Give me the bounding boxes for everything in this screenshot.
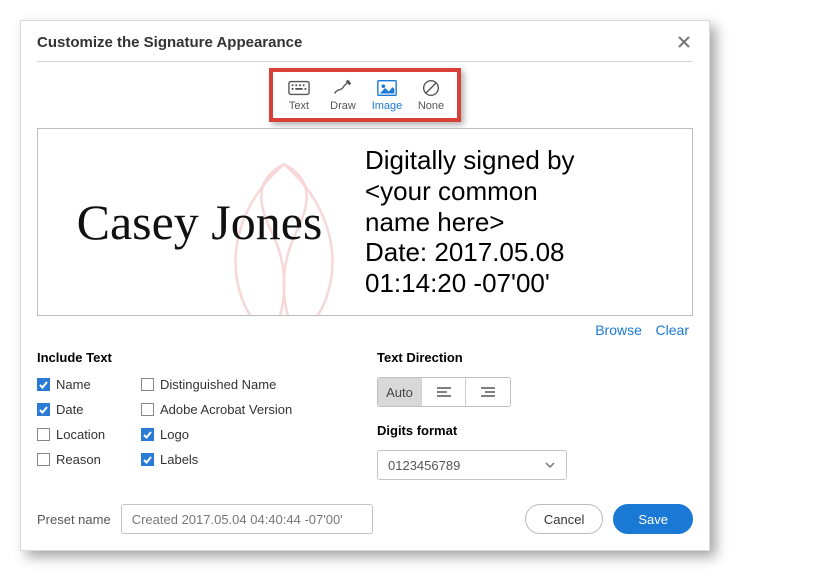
text-direction-rtl[interactable] bbox=[466, 378, 510, 406]
draw-icon bbox=[332, 78, 354, 98]
text-direction-heading: Text Direction bbox=[377, 350, 693, 365]
checkbox-reason[interactable]: Reason bbox=[37, 452, 141, 467]
checkbox-location[interactable]: Location bbox=[37, 427, 141, 442]
checkbox-label: Adobe Acrobat Version bbox=[160, 402, 292, 417]
checkbox-label: Logo bbox=[160, 427, 189, 442]
checkbox-date[interactable]: Date bbox=[37, 402, 141, 417]
cancel-button-label: Cancel bbox=[544, 512, 584, 527]
checkbox-icon bbox=[37, 403, 50, 416]
checkbox-icon bbox=[37, 453, 50, 466]
checkbox-label: Date bbox=[56, 402, 83, 417]
mode-selector-row: Text Draw Image bbox=[37, 68, 693, 122]
mode-draw[interactable]: Draw bbox=[321, 74, 365, 116]
save-button[interactable]: Save bbox=[613, 504, 693, 534]
preview-line: Digitally signed by bbox=[365, 145, 688, 176]
checkbox-labels[interactable]: Labels bbox=[141, 452, 292, 467]
checkbox-label: Labels bbox=[160, 452, 198, 467]
mode-none-label: None bbox=[418, 100, 444, 112]
image-icon bbox=[376, 78, 398, 98]
include-text-section: Include Text Name Date Location bbox=[37, 350, 377, 480]
save-button-label: Save bbox=[638, 512, 668, 527]
signature-appearance-dialog: Customize the Signature Appearance Text … bbox=[20, 20, 710, 551]
preview-links: Browse Clear bbox=[37, 316, 693, 350]
preview-line: <your common bbox=[365, 176, 688, 207]
text-direction-auto-label: Auto bbox=[386, 385, 413, 400]
cancel-button[interactable]: Cancel bbox=[525, 504, 603, 534]
checkbox-label: Location bbox=[56, 427, 105, 442]
preview-line: Date: 2017.05.08 bbox=[365, 237, 688, 268]
checkbox-logo[interactable]: Logo bbox=[141, 427, 292, 442]
mode-text-label: Text bbox=[289, 100, 309, 112]
preview-details-area: Digitally signed by <your common name he… bbox=[361, 129, 692, 315]
mode-image-label: Image bbox=[372, 100, 403, 112]
align-ltr-icon bbox=[435, 385, 453, 399]
text-direction-group: Auto bbox=[377, 377, 511, 407]
checkbox-version[interactable]: Adobe Acrobat Version bbox=[141, 402, 292, 417]
include-text-heading: Include Text bbox=[37, 350, 377, 365]
mode-text[interactable]: Text bbox=[277, 74, 321, 116]
checkbox-icon bbox=[141, 428, 154, 441]
close-button[interactable] bbox=[675, 33, 693, 51]
preset-name-value: Created 2017.05.04 04:40:44 -07'00' bbox=[132, 512, 343, 527]
digits-format-select[interactable]: 0123456789 bbox=[377, 450, 567, 480]
dialog-footer: Preset name Created 2017.05.04 04:40:44 … bbox=[37, 504, 693, 534]
mode-image[interactable]: Image bbox=[365, 74, 409, 116]
checkbox-label: Reason bbox=[56, 452, 101, 467]
close-icon bbox=[675, 33, 693, 51]
clear-link[interactable]: Clear bbox=[656, 322, 689, 338]
signature-preview: Casey Jones Digitally signed by <your co… bbox=[37, 128, 693, 316]
preview-name-area: Casey Jones bbox=[38, 129, 361, 315]
text-direction-section: Text Direction Auto bbox=[377, 350, 693, 480]
dialog-header: Customize the Signature Appearance bbox=[37, 33, 693, 62]
checkbox-icon bbox=[141, 403, 154, 416]
signature-name-text: Casey Jones bbox=[77, 193, 323, 251]
text-direction-auto[interactable]: Auto bbox=[378, 378, 422, 406]
align-rtl-icon bbox=[479, 385, 497, 399]
browse-link[interactable]: Browse bbox=[595, 322, 642, 338]
checkbox-label: Distinguished Name bbox=[160, 377, 276, 392]
preview-line: 01:14:20 -07'00' bbox=[365, 268, 688, 299]
preview-line: name here> bbox=[365, 207, 688, 238]
checkbox-icon bbox=[37, 428, 50, 441]
preset-name-input[interactable]: Created 2017.05.04 04:40:44 -07'00' bbox=[121, 504, 373, 534]
checkbox-icon bbox=[141, 453, 154, 466]
preset-name-label: Preset name bbox=[37, 512, 111, 527]
checkbox-label: Name bbox=[56, 377, 91, 392]
checkbox-distinguished-name[interactable]: Distinguished Name bbox=[141, 377, 292, 392]
mode-selector-highlight: Text Draw Image bbox=[269, 68, 461, 122]
digits-format-value: 0123456789 bbox=[388, 458, 460, 473]
checkbox-icon bbox=[37, 378, 50, 391]
keyboard-icon bbox=[288, 78, 310, 98]
checkbox-name[interactable]: Name bbox=[37, 377, 141, 392]
mode-draw-label: Draw bbox=[330, 100, 356, 112]
digits-format-heading: Digits format bbox=[377, 423, 693, 438]
none-icon bbox=[420, 78, 442, 98]
mode-none[interactable]: None bbox=[409, 74, 453, 116]
text-direction-ltr[interactable] bbox=[422, 378, 466, 406]
checkbox-icon bbox=[141, 378, 154, 391]
dialog-title: Customize the Signature Appearance bbox=[37, 34, 302, 51]
chevron-down-icon bbox=[544, 459, 556, 471]
options-area: Include Text Name Date Location bbox=[37, 350, 693, 480]
